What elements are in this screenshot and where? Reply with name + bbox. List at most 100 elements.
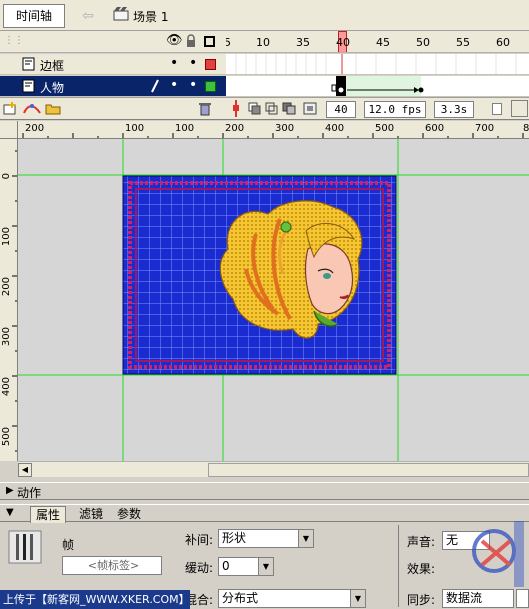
tab-parameters[interactable]: 参数 bbox=[112, 506, 146, 523]
ruler-label: 100 bbox=[175, 123, 195, 134]
ruler-label: 400 bbox=[325, 123, 345, 134]
timeline-button[interactable]: 时间轴 bbox=[3, 4, 65, 28]
pencil-icon bbox=[150, 79, 160, 96]
edit-multiple-frames-icon[interactable] bbox=[282, 102, 296, 118]
elapsed-time-field[interactable]: 3.3s bbox=[434, 101, 474, 118]
frame-number: 40 bbox=[336, 36, 350, 49]
add-layer-icon[interactable] bbox=[3, 102, 17, 118]
back-arrow-icon[interactable]: ⇦ bbox=[78, 6, 98, 26]
ruler-label: 600 bbox=[425, 123, 445, 134]
current-frame-field[interactable]: 40 bbox=[326, 101, 356, 118]
top-bar: 时间轴 ⇦ 场景 1 bbox=[0, 0, 529, 31]
ruler-label: 100 bbox=[125, 123, 145, 134]
horizontal-ruler: 200 100 100 200 300 400 500 600 700 8 bbox=[18, 121, 529, 139]
ruler-label: 400 bbox=[1, 377, 12, 397]
expand-arrow-icon[interactable]: ▶ bbox=[6, 485, 14, 496]
horizontal-scrollbar[interactable]: ◀ bbox=[18, 461, 529, 477]
lock-dot[interactable]: • bbox=[189, 77, 197, 93]
tween-label: 补间: bbox=[185, 533, 214, 547]
actions-panel-bar[interactable]: ▶ 动作 bbox=[0, 482, 529, 500]
layer-icon bbox=[22, 57, 35, 74]
flash-ide-window: 时间轴 ⇦ 场景 1 ⋮⋮ 👁 5 10 35 40 45 50 55 60 边… bbox=[0, 0, 529, 609]
frames-row-figure[interactable] bbox=[226, 76, 529, 97]
scene-icon bbox=[113, 7, 129, 21]
frame-number: 10 bbox=[256, 36, 270, 49]
fps-field[interactable]: 12.0 fps bbox=[364, 101, 426, 118]
lock-dot[interactable]: • bbox=[189, 55, 197, 71]
tab-filters[interactable]: 滤镜 bbox=[74, 506, 108, 523]
layer-name[interactable]: 人物 bbox=[40, 79, 64, 96]
layer-name[interactable]: 边框 bbox=[40, 57, 64, 74]
layer-header: ⋮⋮ 👁 bbox=[0, 31, 226, 53]
frame-number: 35 bbox=[296, 36, 310, 49]
tab-properties[interactable]: 属性 bbox=[30, 506, 67, 523]
effect-label: 效果: bbox=[407, 562, 436, 576]
add-guide-layer-icon[interactable] bbox=[22, 102, 42, 118]
ruler-label: 100 bbox=[1, 227, 12, 247]
stage-canvas[interactable] bbox=[18, 139, 529, 461]
frame-number: 60 bbox=[496, 36, 510, 49]
frame-number: 50 bbox=[416, 36, 430, 49]
ruler-label: 300 bbox=[1, 327, 12, 347]
onion-outline-icon[interactable] bbox=[265, 102, 279, 118]
layer-icon bbox=[22, 79, 35, 96]
frame-number: 55 bbox=[456, 36, 470, 49]
ruler-label: 200 bbox=[1, 277, 12, 297]
trash-icon[interactable] bbox=[198, 101, 212, 119]
blend-select[interactable]: 分布式 ▼ bbox=[218, 589, 366, 608]
center-frame-icon[interactable] bbox=[230, 100, 242, 120]
scroll-right-button[interactable] bbox=[511, 100, 528, 117]
frame-number: 5 bbox=[226, 36, 231, 49]
ruler-label: 200 bbox=[25, 123, 45, 134]
blend-value: 分布式 bbox=[222, 591, 259, 605]
watermark-logo bbox=[470, 511, 528, 596]
ruler-label: 0 bbox=[1, 173, 12, 180]
visibility-dot[interactable]: • bbox=[170, 77, 178, 93]
ruler-label: 300 bbox=[275, 123, 295, 134]
scroll-left-button[interactable] bbox=[492, 103, 502, 115]
frame-label-input[interactable]: <帧标签> bbox=[62, 556, 162, 575]
ruler-label: 8 bbox=[523, 123, 529, 134]
visibility-dot[interactable]: • bbox=[170, 55, 178, 71]
frame-thumbnail-icon bbox=[8, 530, 42, 567]
outline-toggle-icon[interactable] bbox=[204, 36, 215, 47]
ease-value: 0 bbox=[222, 559, 230, 573]
chevron-down-icon[interactable]: ▼ bbox=[298, 530, 313, 547]
timeline-footer: 40 12.0 fps 3.3s bbox=[0, 97, 529, 120]
lock-icon[interactable] bbox=[185, 34, 197, 51]
ruler-label: 200 bbox=[225, 123, 245, 134]
layer-color-swatch[interactable] bbox=[205, 59, 216, 70]
ease-input[interactable]: 0 ▼ bbox=[218, 557, 274, 576]
ease-label: 缓动: bbox=[185, 561, 214, 575]
divider bbox=[398, 525, 399, 607]
onion-markers-icon[interactable] bbox=[303, 102, 317, 118]
eye-icon[interactable]: 👁 bbox=[166, 33, 183, 48]
onion-skin-icon[interactable] bbox=[248, 102, 262, 118]
sync-label: 同步: bbox=[407, 593, 436, 607]
layer-color-swatch[interactable] bbox=[205, 81, 216, 92]
actions-title[interactable]: 动作 bbox=[17, 484, 41, 501]
layer-row-figure[interactable]: 人物 • • bbox=[0, 76, 226, 97]
tween-value: 形状 bbox=[222, 531, 247, 545]
artwork-picture[interactable] bbox=[122, 175, 397, 375]
scene-name[interactable]: 场景 1 bbox=[133, 8, 168, 25]
scroll-left-arrow-icon[interactable]: ◀ bbox=[18, 463, 32, 477]
chevron-down-icon[interactable]: ▼ bbox=[258, 558, 273, 575]
ruler-label: 500 bbox=[1, 427, 12, 447]
frame-label-title: 帧 bbox=[62, 538, 75, 552]
scroll-thumb[interactable] bbox=[208, 463, 529, 477]
frame-number: 45 bbox=[376, 36, 390, 49]
frame-ruler[interactable]: 5 10 35 40 45 50 55 60 bbox=[226, 31, 529, 53]
collapse-arrow-icon[interactable]: ▼ bbox=[6, 507, 14, 518]
frames-row-border[interactable] bbox=[226, 54, 529, 75]
ruler-corner bbox=[0, 121, 18, 139]
vertical-ruler: 0 100 200 300 400 500 bbox=[0, 139, 18, 461]
layer-row-border[interactable]: 边框 • • bbox=[0, 54, 226, 75]
tween-select[interactable]: 形状 ▼ bbox=[218, 529, 314, 548]
ruler-label: 500 bbox=[375, 123, 395, 134]
properties-tab-bar: ▼ 属性 滤镜 参数 bbox=[0, 504, 529, 523]
chevron-down-icon[interactable]: ▼ bbox=[350, 590, 365, 607]
grip-icon[interactable]: ⋮⋮ bbox=[4, 35, 24, 46]
add-folder-icon[interactable] bbox=[45, 102, 61, 118]
sound-label: 声音: bbox=[407, 535, 436, 549]
